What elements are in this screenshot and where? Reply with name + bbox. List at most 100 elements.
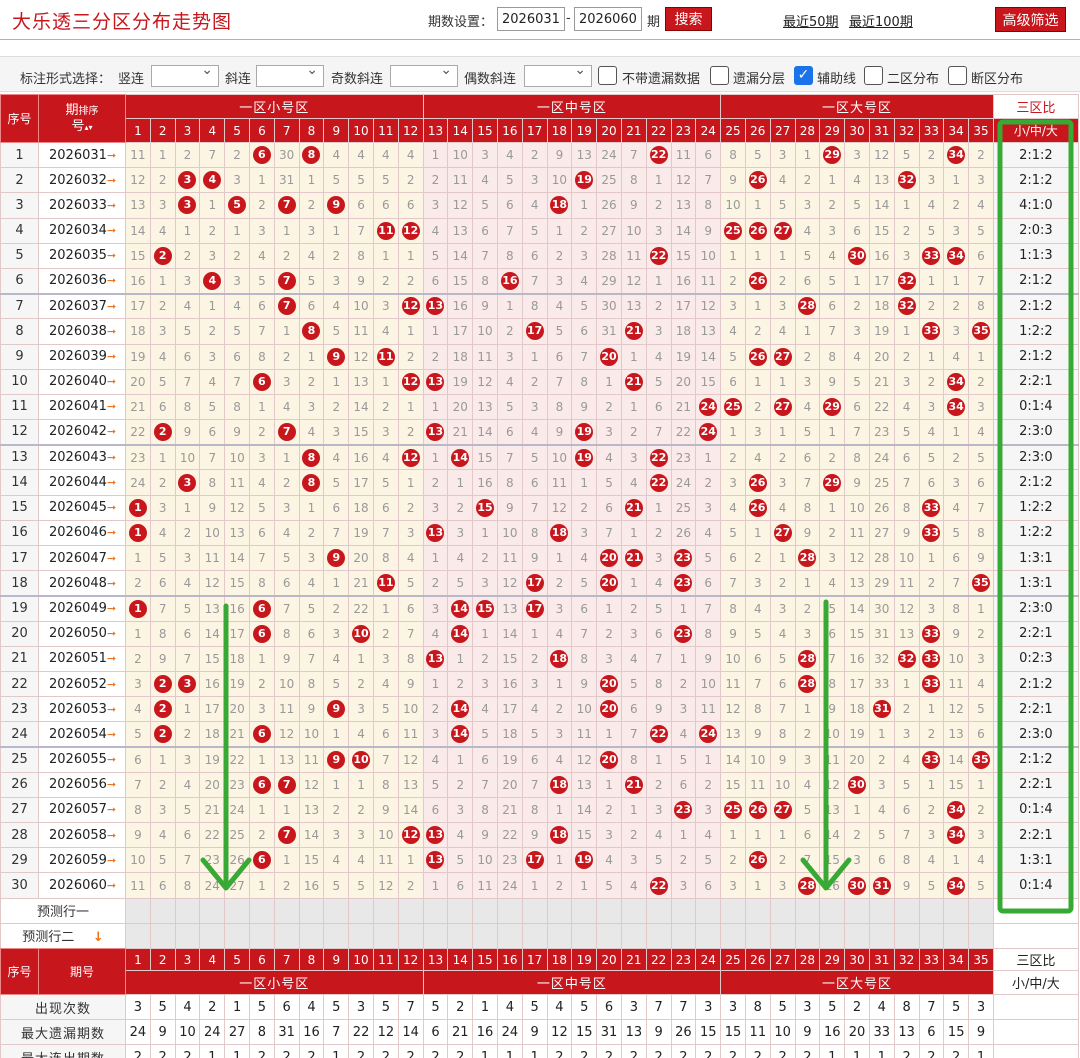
prediction-cell[interactable]: [273, 922, 300, 949]
period-text[interactable]: 2026039: [49, 349, 107, 364]
zone2-checkbox[interactable]: [864, 66, 883, 85]
row-period[interactable]: 2026034➞: [38, 217, 126, 244]
row-period[interactable]: 2026058➞: [38, 822, 126, 849]
period-arrow-icon[interactable]: ➞: [107, 350, 116, 363]
prediction-cell[interactable]: [248, 922, 275, 949]
prediction-cell[interactable]: [844, 897, 870, 924]
period-text[interactable]: 2026037: [49, 299, 107, 314]
prediction-cell[interactable]: [918, 897, 945, 924]
prediction-cell[interactable]: [174, 897, 201, 924]
period-text[interactable]: 2026045: [49, 500, 107, 515]
row-period[interactable]: 2026031➞: [38, 141, 126, 169]
prediction-cell[interactable]: [546, 922, 573, 949]
period-arrow-icon[interactable]: ➞: [107, 274, 116, 287]
period-arrow-icon[interactable]: ➞: [107, 425, 116, 438]
prediction-cell[interactable]: [819, 922, 846, 949]
prediction-cell[interactable]: [844, 922, 870, 949]
advanced-filter-button[interactable]: 高级筛选: [995, 7, 1066, 32]
period-arrow-icon[interactable]: ➞: [107, 829, 116, 842]
row-period[interactable]: 2026042➞: [38, 419, 126, 446]
prediction-cell[interactable]: [521, 897, 548, 924]
row-period[interactable]: 2026035➞: [38, 242, 126, 269]
period-text[interactable]: 2026031: [49, 148, 107, 163]
prediction-cell[interactable]: [174, 922, 201, 949]
prediction-cell[interactable]: [199, 922, 226, 949]
row-period[interactable]: 2026041➞: [38, 393, 126, 421]
no-missing-checkbox[interactable]: [598, 66, 617, 85]
period-arrow-icon[interactable]: ➞: [107, 526, 116, 539]
row-period[interactable]: 2026036➞: [38, 267, 126, 295]
row-period[interactable]: 2026048➞: [38, 570, 126, 597]
row-period[interactable]: 2026056➞: [38, 771, 126, 798]
prediction-cell[interactable]: [744, 922, 771, 949]
prediction-cell[interactable]: [596, 897, 622, 924]
prediction-cell[interactable]: [943, 897, 970, 924]
row-period[interactable]: 2026046➞: [38, 519, 126, 547]
period-arrow-icon[interactable]: ➞: [107, 778, 116, 791]
down-arrow-icon[interactable]: ↓: [74, 930, 104, 945]
prediction-cell[interactable]: [149, 897, 176, 924]
prediction-cell[interactable]: [496, 897, 523, 924]
zone-break-checkbox[interactable]: [948, 66, 967, 85]
odd-oblique-select[interactable]: [390, 62, 458, 87]
prediction-cell[interactable]: [968, 897, 994, 924]
row-period[interactable]: 2026040➞: [38, 368, 126, 395]
period-text[interactable]: 2026049: [49, 601, 107, 616]
prediction-cell[interactable]: [670, 897, 697, 924]
period-text[interactable]: 2026055: [49, 752, 107, 767]
period-text[interactable]: 2026052: [49, 677, 107, 692]
row-period[interactable]: 2026050➞: [38, 620, 126, 647]
period-arrow-icon[interactable]: ➞: [107, 501, 116, 514]
prediction-cell[interactable]: [943, 922, 970, 949]
row-period[interactable]: 2026051➞: [38, 645, 126, 672]
period-text[interactable]: 2026041: [49, 399, 107, 414]
prediction-cell[interactable]: [794, 922, 821, 949]
period-arrow-icon[interactable]: ➞: [107, 451, 116, 464]
period-text[interactable]: 2026060: [49, 878, 107, 893]
period-text[interactable]: 2026038: [49, 324, 107, 339]
prediction-cell[interactable]: [620, 922, 647, 949]
period-arrow-icon[interactable]: ➞: [107, 803, 116, 816]
period-text[interactable]: 2026034: [49, 223, 107, 238]
prediction-cell[interactable]: [298, 922, 325, 949]
prediction-row-1[interactable]: 预测行一: [0, 897, 1079, 924]
period-text[interactable]: 2026058: [49, 828, 107, 843]
prediction-cell[interactable]: [125, 922, 151, 949]
prediction-cell[interactable]: [224, 922, 250, 949]
row-period[interactable]: 2026043➞: [38, 443, 126, 471]
prediction-cell[interactable]: [372, 897, 399, 924]
period-arrow-icon[interactable]: ➞: [107, 577, 116, 590]
prediction-cell[interactable]: [695, 922, 722, 949]
period-text[interactable]: 2026033: [49, 198, 107, 213]
period-text[interactable]: 2026056: [49, 777, 107, 792]
period-text[interactable]: 2026059: [49, 853, 107, 868]
prediction-cell[interactable]: [645, 922, 672, 949]
prediction-cell[interactable]: [521, 922, 548, 949]
period-arrow-icon[interactable]: ➞: [107, 476, 116, 489]
period-to-input[interactable]: [574, 7, 642, 31]
period-text[interactable]: 2026053: [49, 702, 107, 717]
prediction-cell[interactable]: [298, 897, 325, 924]
period-arrow-icon[interactable]: ➞: [107, 652, 116, 665]
oblique-select[interactable]: [256, 62, 324, 87]
prediction-cell[interactable]: [248, 897, 275, 924]
period-from-input[interactable]: [497, 7, 565, 31]
recent-100-link[interactable]: 最近100期: [849, 11, 913, 30]
prediction-cell[interactable]: [645, 897, 672, 924]
period-arrow-icon[interactable]: ➞: [107, 325, 116, 338]
missing-layer-checkbox[interactable]: [710, 66, 729, 85]
row-period[interactable]: 2026060➞: [38, 872, 126, 899]
period-arrow-icon[interactable]: ➞: [107, 678, 116, 691]
prediction-cell[interactable]: [447, 922, 474, 949]
prediction-cell[interactable]: [397, 922, 424, 949]
prediction-cell[interactable]: [422, 922, 449, 949]
period-arrow-icon[interactable]: ➞: [107, 400, 116, 413]
prediction-cell[interactable]: [422, 897, 449, 924]
prediction-cell[interactable]: [720, 922, 746, 949]
prediction-cell[interactable]: [596, 922, 622, 949]
row-period[interactable]: 2026059➞: [38, 847, 126, 874]
prediction-cell[interactable]: [323, 922, 350, 949]
row-period[interactable]: 2026039➞: [38, 343, 126, 370]
prediction-cell[interactable]: [472, 922, 498, 949]
row-period[interactable]: 2026055➞: [38, 745, 126, 773]
